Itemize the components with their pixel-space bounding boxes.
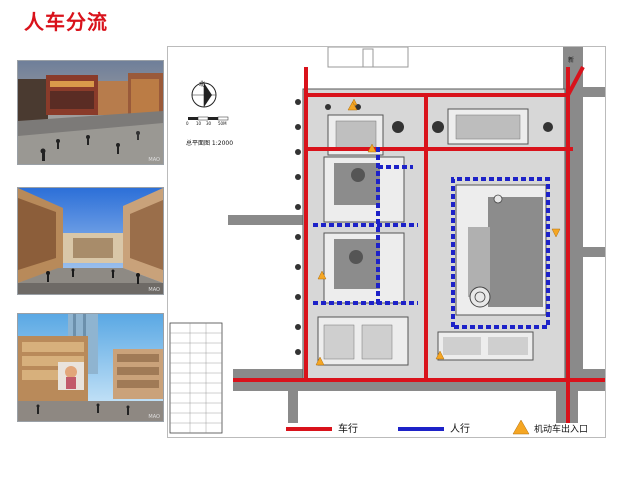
compass-label: 北 <box>199 81 206 88</box>
scale-tick-1: 10 <box>196 121 202 126</box>
scale-caption: 总平面图 1:2000 <box>186 140 234 147</box>
photo-watermark: MAO <box>148 157 160 163</box>
street-photo: MAO <box>17 187 164 295</box>
scale-tick-3: 50M <box>218 121 227 126</box>
building-photo: MAO <box>17 313 164 422</box>
plaza-photo: MAO <box>17 60 164 165</box>
legend-entrance-label: 机动车出入口 <box>534 425 589 435</box>
road-west-stub <box>228 215 308 225</box>
legend-entrance-icon <box>512 419 530 435</box>
road-south-stub <box>288 391 298 423</box>
data-table <box>169 322 223 434</box>
photo-watermark: MAO <box>148 287 160 293</box>
legend-vehicle-label: 车行 <box>338 424 358 435</box>
site-plan: 北 0 10 30 50M 总平面图 1:2000 新 车行 人行 机动车出入口 <box>167 46 606 438</box>
legend-pedestrian-line <box>398 427 444 431</box>
scale-tick-2: 30 <box>206 121 212 126</box>
corner-label: 新 <box>568 57 575 64</box>
page-title: 人车分流 <box>24 10 108 34</box>
legend-pedestrian-label: 人行 <box>450 424 470 435</box>
legend-vehicle-line <box>286 427 332 431</box>
scale-bar <box>188 116 229 121</box>
scale-tick-0: 0 <box>186 121 189 126</box>
photo-watermark: MAO <box>148 414 160 420</box>
